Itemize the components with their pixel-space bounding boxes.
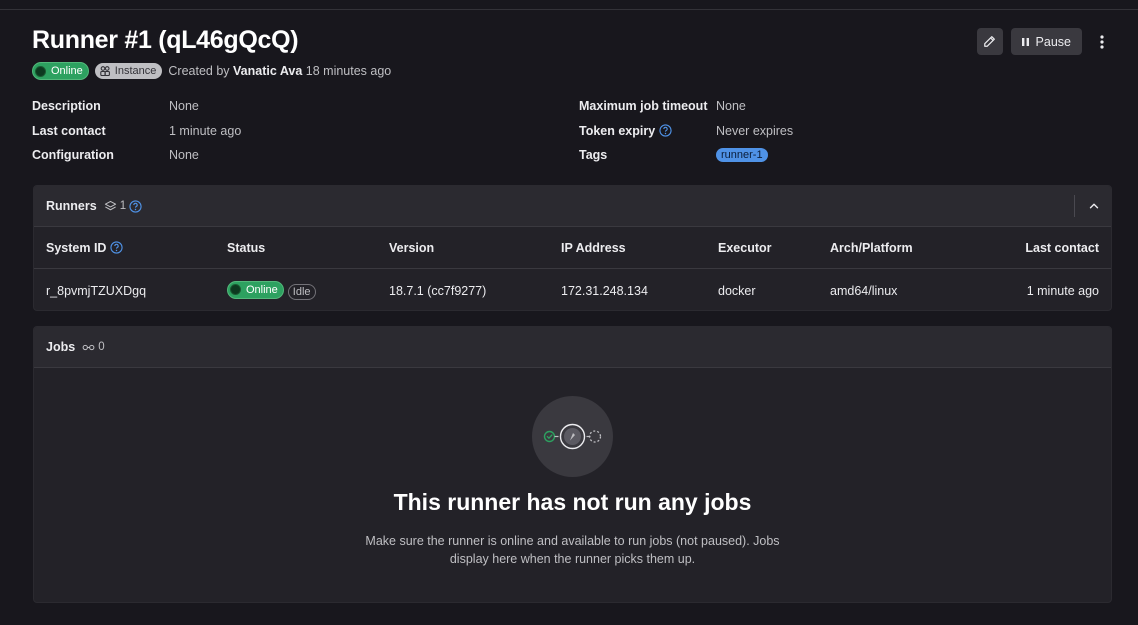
- stack-icon: [104, 200, 116, 210]
- column-header: Last contact: [970, 227, 1111, 269]
- created-ago: 18 minutes ago: [305, 64, 392, 78]
- created-prefix: Created by: [168, 64, 230, 78]
- column-header: IP Address: [549, 227, 706, 269]
- created-info: Created by Vanatic Ava 18 minutes ago: [168, 64, 391, 78]
- detail-value: None: [169, 148, 199, 163]
- pause-button[interactable]: Pause: [1010, 28, 1082, 55]
- empty-state-title: This runner has not run any jobs: [393, 489, 752, 515]
- pipeline-status-icon: [543, 423, 602, 450]
- details-left: Description None Last contact 1 minute a…: [32, 94, 241, 168]
- runners-count-value: 1: [119, 200, 127, 212]
- status-badge-label: Online: [246, 283, 278, 296]
- page-title: Runner #1 (qL46gQcQ): [32, 26, 299, 54]
- column-header: System ID: [34, 227, 215, 269]
- detail-max-job-timeout: Maximum job timeout None: [579, 94, 793, 119]
- status-cell: Online Idle: [215, 269, 377, 311]
- idle-badge: Idle: [287, 284, 316, 301]
- tag-badge[interactable]: runner-1: [716, 148, 768, 163]
- detail-tags: Tags runner-1: [579, 143, 793, 168]
- version-cell: 18.7.1 (cc7f9277): [389, 283, 487, 298]
- question-icon[interactable]: [129, 199, 142, 213]
- runner-subheader: Online Instance Created by Vanatic Ava 1…: [32, 62, 391, 80]
- detail-key-with-help: Token expiry: [579, 124, 716, 138]
- executor-cell: docker: [718, 283, 756, 298]
- column-header: Executor: [706, 227, 818, 269]
- detail-key: Last contact: [32, 123, 106, 138]
- runners-title: Runners: [46, 199, 97, 213]
- ellipsis-v-icon: [1100, 34, 1104, 49]
- jobs-card-header: Jobs 0: [34, 327, 1111, 368]
- system-id-cell: r_8pvmjTZUXDgq: [46, 283, 147, 298]
- question-icon[interactable]: [659, 124, 672, 137]
- status-toggle-icon: [230, 284, 241, 296]
- detail-value: None: [716, 99, 746, 114]
- detail-key: Token expiry: [579, 123, 656, 138]
- runners-count: 1: [104, 199, 142, 213]
- chevron-up-icon: [1089, 203, 1099, 209]
- ip-cell: 172.31.248.134: [561, 283, 648, 298]
- detail-configuration: Configuration None: [32, 143, 241, 168]
- created-by-user[interactable]: Vanatic Ava: [233, 64, 302, 78]
- edit-button[interactable]: [976, 28, 1003, 55]
- runners-card-header: Runners 1: [34, 186, 1111, 227]
- detail-value: Never expires: [716, 123, 794, 138]
- header-actions: Pause: [976, 28, 1114, 55]
- status-toggle-icon: [35, 65, 46, 77]
- detail-token-expiry: Token expiry Never expires: [579, 119, 793, 144]
- jobs-count-value: 0: [98, 341, 105, 353]
- detail-key: Tags: [579, 148, 608, 163]
- detail-description: Description None: [32, 94, 241, 119]
- jobs-title: Jobs: [46, 340, 76, 354]
- detail-key: Description: [32, 99, 101, 114]
- type-badge-label: Instance: [114, 65, 157, 77]
- jobs-count: 0: [82, 341, 105, 354]
- pipeline-icon: [82, 344, 95, 350]
- detail-key: Configuration: [32, 148, 114, 163]
- arch-cell: amd64/linux: [830, 283, 898, 298]
- column-label: System ID: [46, 240, 107, 255]
- question-icon[interactable]: [110, 241, 124, 254]
- runners-table: System ID Status Version IP Address Exec…: [34, 227, 1111, 311]
- pause-icon: [1021, 37, 1029, 46]
- empty-state-description: Make sure the runner is online and avail…: [365, 534, 780, 566]
- table-row: r_8pvmjTZUXDgq Online Idle 18.7.1 (cc7f9…: [34, 269, 1111, 311]
- detail-key: Maximum job timeout: [579, 99, 708, 114]
- detail-value: 1 minute ago: [169, 123, 242, 138]
- details-right: Maximum job timeout None Token expiry Ne…: [579, 94, 793, 168]
- detail-last-contact: Last contact 1 minute ago: [32, 119, 241, 144]
- status-badge: Online: [227, 280, 284, 299]
- type-badge: Instance: [94, 63, 163, 79]
- users-icon: [100, 66, 110, 77]
- pencil-icon: [984, 36, 995, 47]
- runners-card: Runners 1 System ID Status Version IP Ad…: [33, 185, 1112, 311]
- column-header: Arch/Platform: [818, 227, 971, 269]
- table-header-row: System ID Status Version IP Address Exec…: [34, 227, 1111, 269]
- pause-label: Pause: [1035, 34, 1071, 49]
- column-header: Version: [377, 227, 549, 269]
- status-badge: Online: [32, 62, 89, 80]
- top-divider: [0, 9, 1138, 10]
- jobs-card: Jobs 0 This runner has not run any jobs …: [33, 326, 1112, 603]
- column-header: Status: [215, 227, 377, 269]
- status-badge-label: Online: [51, 65, 83, 77]
- more-actions-button[interactable]: [1090, 28, 1114, 55]
- detail-value: None: [169, 99, 199, 114]
- collapse-button[interactable]: [1075, 186, 1111, 226]
- empty-state-illustration: [532, 396, 613, 477]
- last-contact-cell: 1 minute ago: [1026, 283, 1099, 298]
